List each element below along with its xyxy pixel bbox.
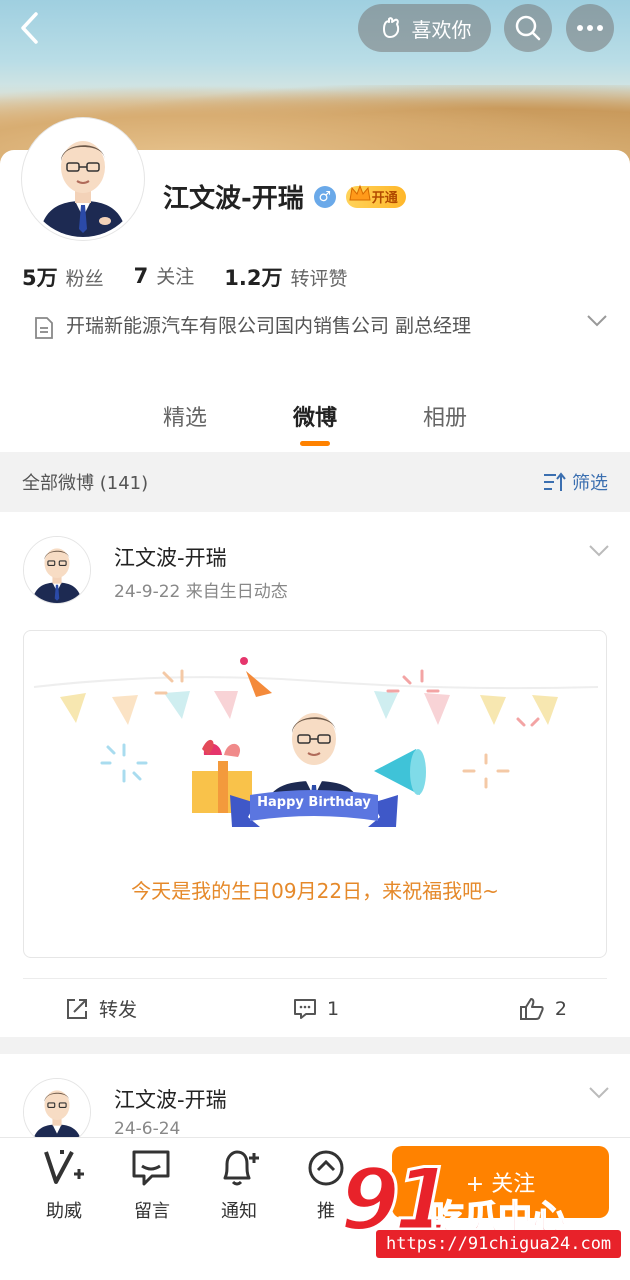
search-icon xyxy=(515,15,541,41)
stat-fans-value: 5万 xyxy=(22,266,58,290)
back-button[interactable] xyxy=(12,8,52,48)
post-avatar[interactable] xyxy=(23,1078,91,1146)
stat-following[interactable]: 7 关注 xyxy=(134,262,195,292)
share-button[interactable]: 转发 xyxy=(23,995,232,1022)
filter-icon xyxy=(544,472,566,491)
name-row: 江文波-开瑞 ♂ 开通 xyxy=(163,178,406,215)
stat-fans[interactable]: 5万 粉丝 xyxy=(22,262,104,292)
bell-plus-icon xyxy=(223,1150,259,1186)
profile-stats: 5万 粉丝 7 关注 1.2万 转评赞 xyxy=(22,262,348,292)
more-button[interactable] xyxy=(566,4,614,52)
post-meta: 24-6-24 xyxy=(114,1119,181,1139)
filter-bar: 全部微博 (141) 筛选 xyxy=(0,452,630,512)
profile-description[interactable]: 开瑞新能源汽车有限公司国内销售公司 副总经理 xyxy=(34,308,607,345)
search-button[interactable] xyxy=(504,4,552,52)
stat-interactions-value: 1.2万 xyxy=(224,266,283,290)
profile-name: 江文波-开瑞 xyxy=(163,184,304,214)
profile-card: 江文波-开瑞 ♂ 开通 5万 粉丝 7 关注 1.2万 转评赞 开瑞新能源汽车有限公司… xyxy=(0,118,630,452)
post-author[interactable]: 江文波-开瑞 xyxy=(114,1084,227,1114)
like-button[interactable]: 2 xyxy=(400,997,607,1021)
like-count: 2 xyxy=(554,997,567,1020)
crown-icon xyxy=(349,184,371,200)
post-avatar[interactable] xyxy=(23,536,91,604)
comment-icon xyxy=(293,998,316,1019)
more-dots-icon xyxy=(577,25,603,31)
back-arrow-icon xyxy=(21,12,38,44)
cheer-button[interactable]: 助威 xyxy=(34,1148,94,1223)
notify-button[interactable]: 通知 xyxy=(209,1148,269,1223)
chat-bubble-icon xyxy=(132,1150,170,1186)
site-watermark: 91 吃瓜中心 https://91chigua24.com xyxy=(339,1149,630,1270)
share-label: 转发 xyxy=(99,999,138,1021)
avatar-cartoon-man-icon xyxy=(24,1079,90,1145)
watermark-url: https://91chigua24.com xyxy=(376,1230,622,1258)
comment-count: 1 xyxy=(326,997,340,1020)
like-you-button[interactable]: 喜欢你 xyxy=(358,4,491,52)
male-gender-icon: ♂ xyxy=(313,185,336,208)
like-you-label: 喜欢你 xyxy=(411,17,472,42)
share-icon xyxy=(67,998,87,1019)
chevron-down-icon[interactable] xyxy=(588,1086,610,1100)
post-author[interactable]: 江文波-开瑞 xyxy=(114,542,227,572)
message-label: 留言 xyxy=(134,1201,170,1222)
vip-label: 开通 xyxy=(371,191,398,206)
hand-heart-icon xyxy=(382,17,399,38)
stat-following-value: 7 xyxy=(133,264,149,288)
happy-birthday-banner-text: Happy Birthday xyxy=(257,795,371,810)
thumbs-up-icon xyxy=(519,997,544,1020)
vip-badge[interactable]: 开通 xyxy=(345,184,406,208)
stat-interactions-label: 转评赞 xyxy=(290,268,348,290)
stat-following-label: 关注 xyxy=(156,266,195,288)
avatar-cartoon-man-icon xyxy=(25,121,141,237)
profile-tabs: 精选 微博 相册 xyxy=(0,400,630,446)
profile-avatar[interactable] xyxy=(22,118,144,240)
description-text: 开瑞新能源汽车有限公司国内销售公司 副总经理 xyxy=(66,315,472,337)
chevron-down-icon[interactable] xyxy=(586,314,608,328)
tab-featured[interactable]: 精选 xyxy=(163,400,207,432)
filter-label: 筛选 xyxy=(572,473,608,494)
chevron-down-icon[interactable] xyxy=(588,544,610,558)
birthday-card[interactable]: Happy Birthday 今天是我的生日09月22日，来祝福我吧~ xyxy=(23,630,607,958)
all-weibo-count: 全部微博 (141) xyxy=(22,473,149,494)
weibo-post: 江文波-开瑞 24-9-22 来自生日动态 Happy Birthday 今天是… xyxy=(0,512,630,1037)
message-button[interactable]: 留言 xyxy=(122,1148,182,1223)
post-actions: 转发 1 2 xyxy=(23,978,607,1038)
tab-album[interactable]: 相册 xyxy=(423,400,467,432)
v-plus-icon xyxy=(44,1150,84,1184)
notify-label: 通知 xyxy=(221,1201,257,1222)
comment-button[interactable]: 1 xyxy=(232,998,399,1020)
stat-fans-label: 粉丝 xyxy=(65,268,104,290)
document-icon xyxy=(35,317,53,339)
avatar-cartoon-man-icon xyxy=(24,537,90,603)
filter-button[interactable]: 筛选 xyxy=(542,469,608,495)
birthday-illustration xyxy=(33,657,599,827)
birthday-message: 今天是我的生日09月22日，来祝福我吧~ xyxy=(131,879,499,903)
tab-weibo[interactable]: 微博 xyxy=(293,400,337,446)
cheer-label: 助威 xyxy=(46,1201,82,1222)
post-meta: 24-9-22 来自生日动态 xyxy=(114,582,288,602)
stat-interactions[interactable]: 1.2万 转评赞 xyxy=(224,262,347,292)
